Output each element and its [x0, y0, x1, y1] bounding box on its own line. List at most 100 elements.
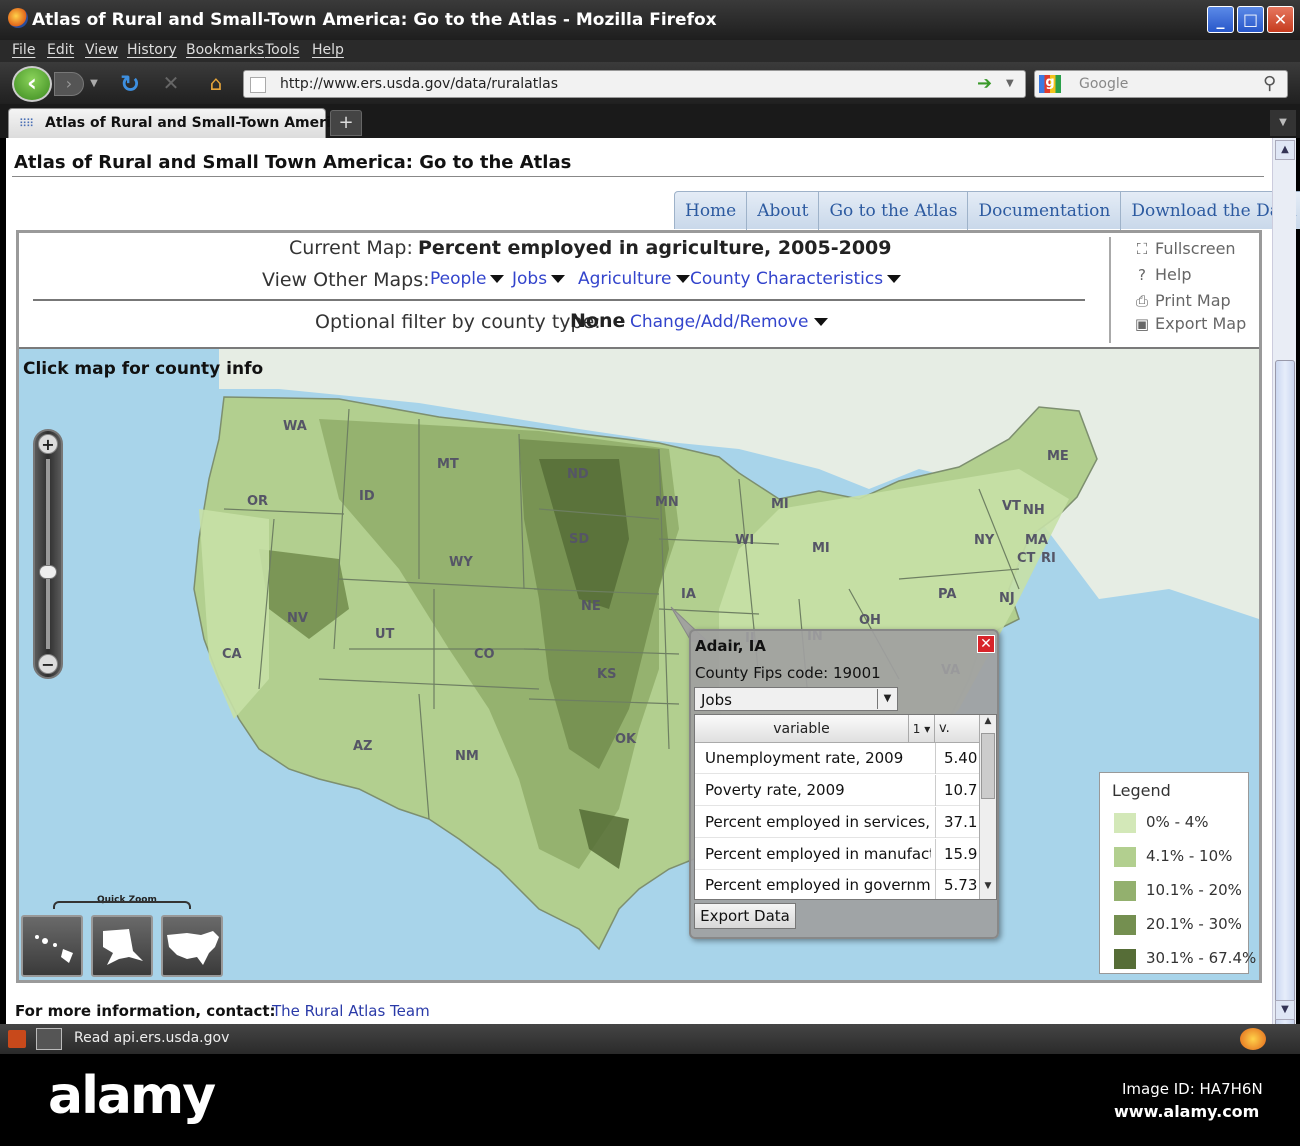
- maximize-button[interactable]: □: [1237, 6, 1264, 33]
- table-row[interactable]: Percent employed in government 5.73: [695, 870, 979, 899]
- url-text[interactable]: http://www.ers.usda.gov/data/ruralatlas: [280, 76, 558, 92]
- zoom-slider[interactable]: + −: [33, 429, 63, 679]
- export-map-button[interactable]: ▣ Export Map: [1133, 314, 1246, 333]
- quick-zoom-us-button[interactable]: [161, 915, 223, 977]
- state-label-az: AZ: [353, 739, 373, 754]
- table-row[interactable]: Percent employed in services, 20 37.1: [695, 807, 979, 838]
- menu-tools[interactable]: Tools: [265, 42, 300, 58]
- search-icon[interactable]: ⚲: [1263, 73, 1276, 94]
- tab-list-dropdown-icon[interactable]: ▼: [1270, 110, 1296, 136]
- print-map-button[interactable]: ⎙ Print Map: [1133, 291, 1231, 310]
- fullscreen-label[interactable]: Fullscreen: [1155, 239, 1236, 258]
- scroll-up-icon[interactable]: ▲: [981, 716, 995, 732]
- map-canvas[interactable]: Click map for county info WA OR CA NV ID…: [19, 349, 1259, 980]
- search-placeholder[interactable]: Google: [1079, 76, 1128, 92]
- export-map-label[interactable]: Export Map: [1155, 314, 1246, 333]
- table-row[interactable]: Unemployment rate, 2009 5.40: [695, 743, 979, 774]
- zoom-handle[interactable]: [39, 565, 57, 579]
- google-engine-icon[interactable]: g: [1039, 75, 1061, 93]
- address-bar[interactable]: http://www.ers.usda.gov/data/ruralatlas …: [243, 70, 1026, 98]
- state-label-nj: NJ: [999, 591, 1015, 606]
- contact-link[interactable]: The Rural Atlas Team: [272, 1002, 430, 1020]
- forward-arrow-icon[interactable]: ›: [54, 72, 84, 96]
- addon-icon[interactable]: [8, 1030, 26, 1048]
- back-arrow-icon[interactable]: ‹: [12, 66, 52, 102]
- change-filter-label[interactable]: Change/Add/Remove: [630, 312, 808, 332]
- print-map-label[interactable]: Print Map: [1155, 291, 1231, 310]
- change-filter-menu[interactable]: Change/Add/Remove: [630, 312, 829, 332]
- tab-label[interactable]: Atlas of Rural and Small-Town Ameri...: [45, 115, 347, 131]
- menu-history[interactable]: History: [127, 42, 177, 58]
- menu-file[interactable]: File: [12, 42, 35, 58]
- navigation-toolbar: ‹ › ▼ ↻ ✕ ⌂ http://www.ers.usda.gov/data…: [0, 62, 1300, 104]
- state-label-co: CO: [474, 647, 495, 662]
- page-scrollbar[interactable]: ▲ ▼: [1272, 138, 1296, 1038]
- display-icon[interactable]: [36, 1028, 62, 1050]
- county-characteristics-menu-label[interactable]: County Characteristics: [690, 269, 883, 289]
- fullscreen-button[interactable]: ⛶ Fullscreen: [1133, 239, 1236, 258]
- column-sort-indicator[interactable]: 1 ▾: [909, 715, 935, 743]
- home-icon[interactable]: ⌂: [203, 70, 229, 96]
- scroll-down-icon[interactable]: ▼: [981, 881, 995, 897]
- table-row[interactable]: Poverty rate, 2009 10.7: [695, 775, 979, 806]
- filter-value: None: [570, 310, 626, 332]
- menu-help[interactable]: Help: [312, 42, 344, 58]
- tab-atlas[interactable]: ⠿⠿ Atlas of Rural and Small-Town Ameri..…: [8, 108, 347, 138]
- history-dropdown-icon[interactable]: ▼: [86, 72, 102, 96]
- menu-view[interactable]: View: [85, 42, 118, 58]
- zoom-track[interactable]: [46, 459, 50, 649]
- image-id: Image ID: HA7H6N: [1122, 1080, 1263, 1098]
- people-menu[interactable]: People: [430, 269, 505, 289]
- minimize-button[interactable]: _: [1207, 6, 1234, 33]
- jobs-menu-label[interactable]: Jobs: [512, 269, 547, 289]
- scroll-thumb[interactable]: [981, 733, 995, 799]
- quick-zoom-hawaii-button[interactable]: [21, 915, 83, 977]
- quick-zoom-alaska-button[interactable]: [91, 915, 153, 977]
- popup-close-icon[interactable]: ✕: [977, 635, 995, 653]
- row-variable: Percent employed in services, 20: [705, 813, 931, 831]
- chevron-down-icon[interactable]: ▼: [877, 689, 897, 709]
- popup-category-value[interactable]: Jobs: [701, 691, 732, 709]
- reload-icon[interactable]: ↻: [116, 70, 144, 98]
- table-scrollbar[interactable]: ▲ ▼: [979, 715, 996, 899]
- search-bar[interactable]: g Google ⚲: [1034, 70, 1288, 98]
- scroll-up-icon[interactable]: ▲: [1275, 140, 1295, 160]
- help-label[interactable]: Help: [1155, 265, 1191, 284]
- us-county-map[interactable]: [19, 349, 1259, 980]
- jobs-menu[interactable]: Jobs: [512, 269, 566, 289]
- new-tab-button[interactable]: +: [330, 110, 362, 136]
- scroll-down-icon[interactable]: ▼: [1275, 1000, 1295, 1020]
- go-arrow-icon[interactable]: ➔: [977, 73, 992, 94]
- firefox-status-icon[interactable]: [1240, 1028, 1266, 1050]
- county-characteristics-menu[interactable]: County Characteristics: [690, 269, 902, 289]
- url-dropdown-icon[interactable]: ▼: [1006, 78, 1014, 89]
- popup-category-select[interactable]: Jobs ▼: [694, 687, 898, 711]
- state-label-mi-upper: MI: [771, 497, 789, 512]
- close-window-button[interactable]: ✕: [1267, 6, 1294, 33]
- scroll-thumb[interactable]: [1275, 360, 1295, 1038]
- column-header-variable[interactable]: variable: [695, 715, 909, 743]
- menu-edit[interactable]: Edit: [47, 42, 74, 58]
- state-label-nv: NV: [287, 611, 308, 626]
- zoom-in-icon[interactable]: +: [38, 434, 58, 454]
- help-button[interactable]: ? Help: [1133, 265, 1191, 284]
- menu-bookmarks[interactable]: Bookmarks: [186, 42, 264, 58]
- stop-icon[interactable]: ✕: [160, 72, 182, 94]
- table-row[interactable]: Percent employed in manufacturi 15.9: [695, 839, 979, 870]
- legend-label: 10.1% - 20%: [1146, 881, 1242, 899]
- state-label-mt: MT: [437, 457, 459, 472]
- zoom-out-icon[interactable]: −: [38, 654, 58, 674]
- column-header-value[interactable]: v.: [935, 715, 979, 743]
- nav-documentation[interactable]: Documentation: [968, 192, 1122, 230]
- state-label-me: ME: [1047, 449, 1069, 464]
- export-data-button[interactable]: Export Data: [694, 903, 796, 929]
- us-map-icon: [167, 931, 219, 965]
- nav-go-to-atlas[interactable]: Go to the Atlas: [819, 192, 969, 230]
- nav-about[interactable]: About: [747, 192, 820, 230]
- people-menu-label[interactable]: People: [430, 269, 486, 289]
- agriculture-menu-label[interactable]: Agriculture: [578, 269, 672, 289]
- agriculture-menu[interactable]: Agriculture: [578, 269, 690, 289]
- nav-home[interactable]: Home: [675, 192, 748, 230]
- status-bar: Read api.ers.usda.gov: [0, 1024, 1300, 1054]
- state-label-pa: PA: [938, 587, 957, 602]
